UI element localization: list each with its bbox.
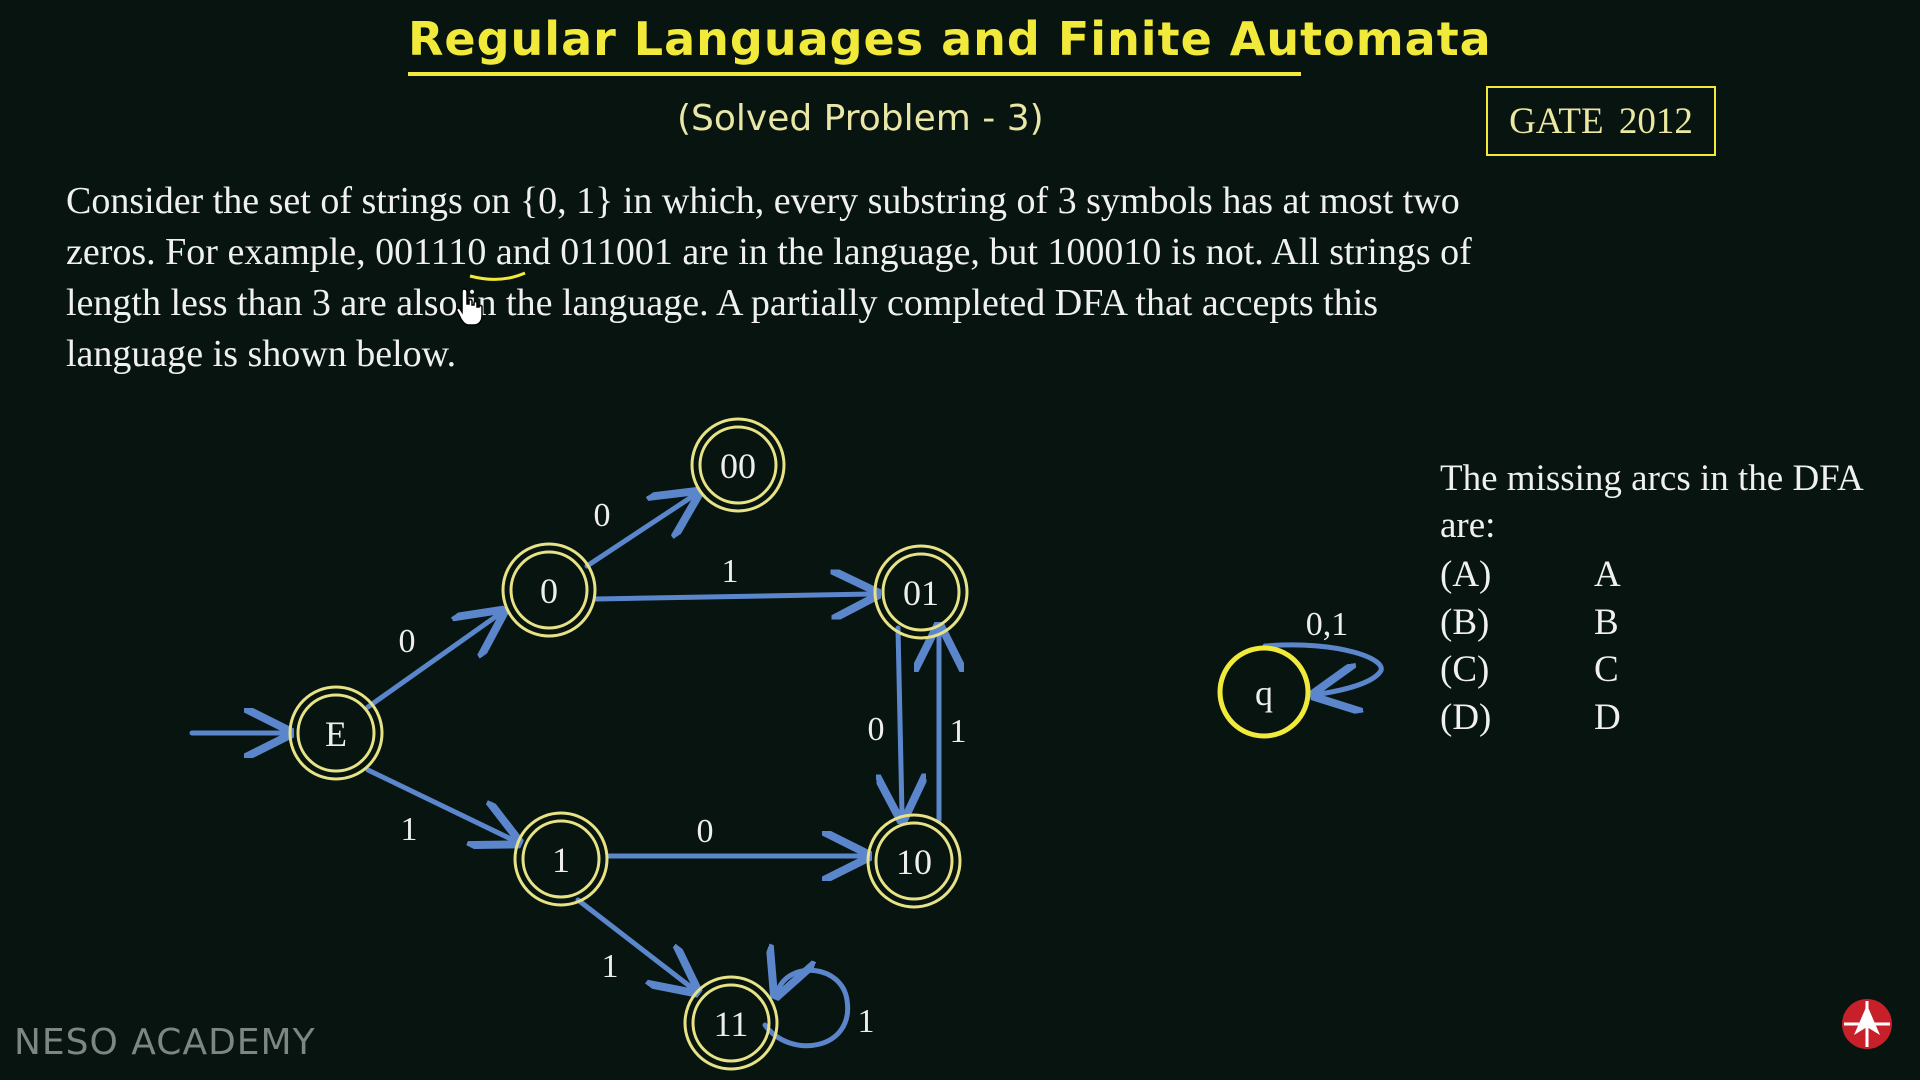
state-e-label: E	[325, 714, 347, 754]
state-1-label: 1	[552, 840, 570, 880]
option-label: (B)	[1440, 601, 1490, 643]
option-d: (D) D	[1440, 694, 1860, 742]
state-11-label: 11	[714, 1004, 749, 1044]
option-value: C	[1594, 649, 1619, 690]
arc-label-e-1: 1	[401, 811, 418, 848]
arc-label-e-0: 0	[399, 623, 416, 660]
arc-label-q-loop: 0,1	[1306, 606, 1349, 643]
hand-cursor-icon	[456, 288, 483, 326]
arc-01-to-10	[898, 625, 902, 814]
state-01-label: 01	[903, 573, 939, 613]
arc-label-0-00: 0	[594, 497, 611, 534]
option-value: B	[1594, 601, 1619, 643]
answer-options: (A) A (B) B (C) C (D) D	[1440, 551, 1860, 741]
arc-e-to-0	[365, 615, 498, 710]
arc-0-to-01	[593, 594, 871, 599]
arc-e-to-1	[365, 767, 513, 840]
arc-label-1-11: 1	[602, 948, 619, 985]
option-c: (C) C	[1440, 646, 1860, 694]
loop-11	[762, 970, 851, 1049]
arc-label-0-01: 1	[722, 553, 739, 590]
arc-label-11-loop: 1	[858, 1003, 875, 1040]
arc-label-10-01: 1	[950, 713, 967, 750]
handwritten-underline	[469, 271, 526, 281]
question-line: are:	[1440, 505, 1496, 546]
neso-logo-icon	[1842, 999, 1892, 1049]
option-b: (B) B	[1440, 599, 1860, 647]
option-value: A	[1594, 554, 1621, 595]
arc-label-01-10: 0	[868, 711, 885, 748]
option-label: (D)	[1440, 696, 1492, 738]
option-value: D	[1594, 696, 1621, 738]
option-label: (C)	[1440, 649, 1490, 690]
option-a: (A) A	[1440, 551, 1860, 599]
question-text: The missing arcs in the DFA are:	[1440, 455, 1910, 549]
state-00-label: 00	[720, 446, 756, 486]
arc-1-to-11	[575, 897, 692, 988]
state-10-label: 10	[896, 842, 932, 882]
arc-label-1-10: 0	[697, 813, 714, 850]
question-line: The missing arcs in the DFA	[1440, 458, 1864, 499]
state-q-label: q	[1255, 673, 1273, 713]
option-label: (A)	[1440, 554, 1492, 595]
watermark: NESO ACADEMY	[14, 1022, 316, 1063]
state-0-label: 0	[540, 571, 558, 611]
